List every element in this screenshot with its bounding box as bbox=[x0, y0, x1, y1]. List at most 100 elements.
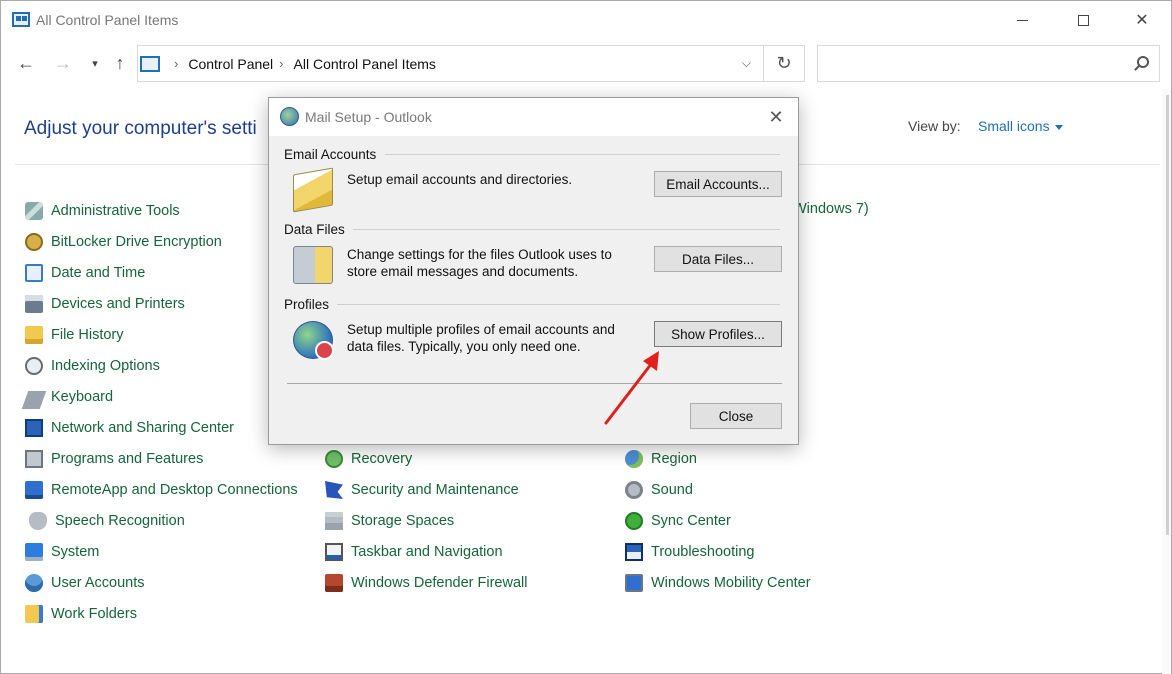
close-window-button[interactable]: ✕ bbox=[1111, 1, 1172, 39]
dialog-title: Mail Setup - Outlook bbox=[305, 109, 432, 125]
item-devices-printers[interactable]: Devices and Printers bbox=[25, 293, 185, 315]
item-label: Network and Sharing Center bbox=[51, 420, 234, 436]
item-programs-features[interactable]: Programs and Features bbox=[25, 448, 203, 470]
search-input[interactable] bbox=[817, 45, 1160, 82]
item-file-history[interactable]: File History bbox=[25, 324, 124, 346]
item-administrative-tools[interactable]: Administrative Tools bbox=[25, 200, 180, 222]
minimize-button[interactable] bbox=[991, 1, 1053, 39]
item-troubleshooting[interactable]: Troubleshooting bbox=[625, 541, 754, 563]
search-icon bbox=[1137, 56, 1149, 68]
system-icon bbox=[25, 543, 43, 561]
item-user-accounts[interactable]: User Accounts bbox=[25, 572, 145, 594]
troubleshooting-icon bbox=[625, 543, 643, 561]
breadcrumb-separator-icon[interactable]: › bbox=[279, 56, 283, 71]
sound-icon bbox=[625, 481, 643, 499]
item-sync-center[interactable]: Sync Center bbox=[625, 510, 731, 532]
profiles-description: Setup multiple profiles of email account… bbox=[347, 321, 615, 355]
back-button[interactable]: ← bbox=[14, 51, 38, 75]
item-speech-recognition[interactable]: Speech Recognition bbox=[25, 510, 185, 532]
sync-icon bbox=[625, 512, 643, 530]
page-title: Adjust your computer's setti bbox=[24, 118, 257, 139]
item-security-maintenance[interactable]: Security and Maintenance bbox=[325, 479, 519, 501]
outlook-mail-icon bbox=[280, 107, 299, 126]
scrollbar-thumb[interactable] bbox=[1166, 95, 1169, 535]
email-accounts-button[interactable]: Email Accounts... bbox=[654, 171, 782, 197]
data-files-button[interactable]: Data Files... bbox=[654, 246, 782, 272]
data-files-description-line: Change settings for the files Outlook us… bbox=[347, 247, 612, 262]
item-label: Recovery bbox=[351, 451, 413, 467]
item-recovery[interactable]: Recovery bbox=[325, 448, 412, 470]
item-sound[interactable]: Sound bbox=[625, 479, 693, 501]
item-taskbar-navigation[interactable]: Taskbar and Navigation bbox=[325, 541, 503, 563]
item-label: Taskbar and Navigation bbox=[351, 544, 503, 560]
close-button[interactable]: Close bbox=[690, 403, 782, 429]
email-envelope-icon bbox=[293, 167, 333, 213]
item-remoteapp[interactable]: RemoteApp and Desktop Connections bbox=[25, 479, 298, 501]
item-defender-firewall[interactable]: Windows Defender Firewall bbox=[325, 572, 527, 594]
security-flag-icon bbox=[325, 481, 343, 499]
up-button[interactable]: ↑ bbox=[108, 51, 132, 75]
dialog-separator bbox=[287, 383, 782, 384]
item-label: Work Folders bbox=[51, 606, 137, 622]
group-divider bbox=[337, 304, 780, 305]
breadcrumb-all-items[interactable]: All Control Panel Items bbox=[294, 56, 436, 72]
item-label: Region bbox=[651, 451, 697, 467]
view-by-dropdown[interactable]: Small icons bbox=[978, 118, 1063, 134]
chevron-down-icon: ▾ bbox=[92, 57, 98, 70]
mail-setup-dialog: Mail Setup - Outlook ✕ Email Accounts Se… bbox=[268, 97, 799, 445]
chevron-down-icon[interactable]: ⌵ bbox=[742, 56, 751, 71]
item-region[interactable]: Region bbox=[625, 448, 697, 470]
show-profiles-button[interactable]: Show Profiles... bbox=[654, 321, 782, 347]
view-by-label: View by: bbox=[908, 118, 961, 134]
breadcrumb-separator-icon[interactable]: › bbox=[174, 56, 178, 71]
item-work-folders[interactable]: Work Folders bbox=[25, 603, 137, 625]
close-icon: ✕ bbox=[1135, 12, 1149, 29]
profiles-description-line: Setup multiple profiles of email account… bbox=[347, 322, 615, 337]
data-files-description-line: store email messages and documents. bbox=[347, 264, 579, 279]
recent-locations-button[interactable]: ▾ bbox=[83, 51, 107, 75]
item-mobility-center[interactable]: Windows Mobility Center bbox=[625, 572, 811, 594]
profiles-description-line: data files. Typically, you only need one… bbox=[347, 339, 581, 354]
administrative-tools-icon bbox=[25, 202, 43, 220]
date-time-icon bbox=[25, 264, 43, 282]
maximize-button[interactable] bbox=[1052, 1, 1114, 39]
item-storage-spaces[interactable]: Storage Spaces bbox=[325, 510, 454, 532]
bitlocker-icon bbox=[25, 233, 43, 251]
item-label: File History bbox=[51, 327, 124, 343]
control-panel-icon bbox=[140, 55, 160, 72]
mobility-icon bbox=[625, 574, 643, 592]
profiles-group-label: Profiles bbox=[284, 297, 330, 312]
printer-icon bbox=[25, 295, 43, 313]
annotation-arrow-icon bbox=[604, 351, 659, 425]
control-panel-window: All Control Panel Items ✕ ← → ▾ ↑ › Cont… bbox=[0, 0, 1172, 674]
item-label: Windows Mobility Center bbox=[651, 575, 811, 591]
dialog-close-button[interactable]: ✕ bbox=[754, 98, 798, 136]
item-label: RemoteApp and Desktop Connections bbox=[51, 482, 298, 498]
user-accounts-icon bbox=[25, 574, 43, 592]
data-files-description: Change settings for the files Outlook us… bbox=[347, 246, 612, 280]
firewall-icon bbox=[325, 574, 343, 592]
refresh-button[interactable]: ↻ bbox=[763, 45, 805, 82]
item-label: BitLocker Drive Encryption bbox=[51, 234, 222, 250]
item-label: Storage Spaces bbox=[351, 513, 455, 529]
data-files-icon bbox=[293, 246, 333, 284]
partial-item-label[interactable]: Windows 7) bbox=[793, 201, 869, 217]
dialog-title-bar[interactable]: Mail Setup - Outlook ✕ bbox=[269, 98, 798, 136]
item-network-sharing[interactable]: Network and Sharing Center bbox=[25, 417, 234, 439]
item-keyboard[interactable]: Keyboard bbox=[21, 386, 113, 409]
group-divider bbox=[353, 229, 780, 230]
forward-button[interactable]: → bbox=[51, 51, 75, 75]
item-label: Sync Center bbox=[651, 513, 731, 529]
breadcrumb-control-panel[interactable]: Control Panel bbox=[188, 56, 273, 72]
item-indexing-options[interactable]: Indexing Options bbox=[25, 355, 160, 377]
item-bitlocker[interactable]: BitLocker Drive Encryption bbox=[25, 231, 222, 253]
group-divider bbox=[385, 154, 780, 155]
keyboard-icon bbox=[21, 390, 47, 409]
minimize-icon bbox=[1016, 19, 1028, 21]
item-date-time[interactable]: Date and Time bbox=[25, 262, 145, 284]
title-bar[interactable]: All Control Panel Items ✕ bbox=[1, 1, 1171, 39]
item-system[interactable]: System bbox=[25, 541, 99, 563]
remoteapp-icon bbox=[25, 481, 43, 499]
address-bar[interactable]: › Control Panel › All Control Panel Item… bbox=[137, 45, 764, 82]
maximize-icon bbox=[1077, 14, 1089, 26]
